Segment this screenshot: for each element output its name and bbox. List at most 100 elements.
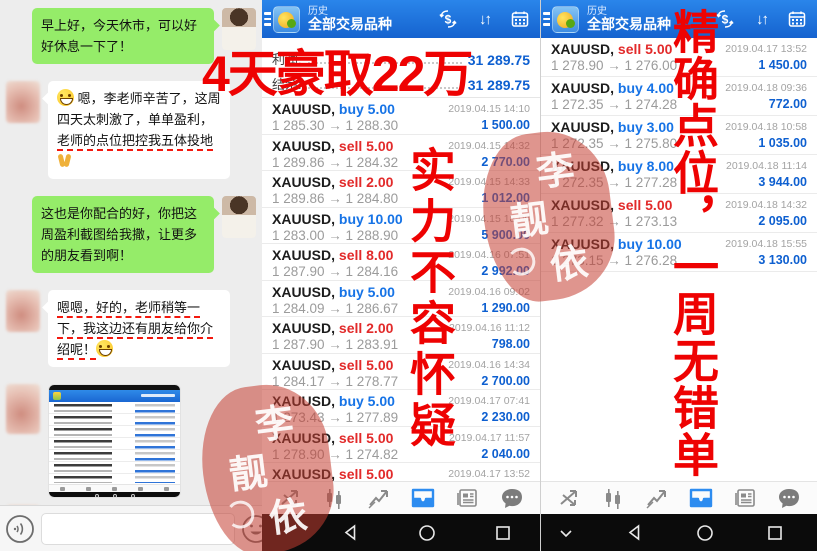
message-text-underlined: 嗯嗯，好的，老师稍等一下，我这边还有朋友给你介绍呢！: [57, 300, 213, 357]
android-hide-nav-chevron-icon[interactable]: [559, 528, 573, 538]
trade-date: 2019.04.17 13:52: [448, 468, 530, 480]
trade-date: 2019.04.18 14:32: [725, 199, 807, 211]
trade-profit: 2 095.00: [725, 214, 807, 228]
message-text-underlined: 老师的点位把控我五体投地: [57, 133, 213, 148]
mini-toolbar: [49, 484, 180, 492]
mini-trade-list: [49, 402, 180, 484]
mini-navbar: [49, 492, 180, 498]
trade-arrows-icon[interactable]: [556, 486, 582, 510]
trade-side: sell 2.00: [339, 320, 394, 336]
stamp-character: 李: [534, 151, 576, 193]
trading-screenshot-thumbnail[interactable]: [48, 384, 181, 498]
screenshot-root: 早上好，今天休市，可以好好休息一下了！ 嗯，李老师辛苦了，这周四天太刺激了，单单…: [0, 0, 817, 551]
trade-prices: 1 283.00 → 1 288.90: [272, 228, 403, 243]
calendar-icon[interactable]: [787, 9, 807, 29]
trade-date: 2019.04.18 15:55: [725, 238, 807, 250]
charts-icon[interactable]: [366, 486, 392, 510]
stamp-character: 靓: [508, 200, 550, 242]
android-recents-icon[interactable]: [495, 525, 511, 541]
mini-header: [49, 390, 180, 402]
trade-prices: 1 284.17 → 1 278.77: [272, 374, 398, 389]
trade-prices: 1 278.90 → 1 276.00: [551, 58, 677, 73]
trade-symbol: XAUUSD,: [551, 41, 614, 57]
news-icon[interactable]: [732, 486, 758, 510]
currency-exchange-icon[interactable]: $: [437, 8, 459, 30]
messages-bubble-icon[interactable]: [776, 486, 802, 510]
avatar[interactable]: [6, 384, 40, 434]
android-recents-icon[interactable]: [767, 525, 783, 541]
trade-side: sell 5.00: [339, 430, 394, 446]
history-tray-icon-active[interactable]: [688, 486, 714, 510]
chat-text-input[interactable]: [41, 513, 235, 545]
avatar[interactable]: [222, 196, 256, 238]
trade-profit: 1 500.00: [448, 118, 530, 132]
trade-side: sell 5.00: [339, 466, 394, 482]
trade-side: sell 8.00: [339, 247, 394, 263]
summary-value: 31 289.75: [468, 52, 530, 68]
trade-prices: 1 287.90 → 1 283.91: [272, 337, 398, 352]
android-back-icon[interactable]: [342, 524, 359, 541]
mt4-app-logo-icon: [273, 6, 300, 33]
avatar[interactable]: [6, 290, 40, 332]
menu-hamburger-icon[interactable]: [543, 12, 550, 26]
promo-vertical-text-mid: 实力不容怀疑: [397, 146, 463, 452]
trade-symbol: XAUUSD,: [272, 174, 335, 190]
trade-symbol: XAUUSD,: [272, 357, 335, 373]
trade-prices: 1 289.86 → 1 284.32: [272, 155, 398, 170]
trade-date: 2019.04.18 09:36: [725, 82, 807, 94]
mt4-bottom-toolbar: [541, 481, 817, 514]
message-text: 这也是你配合的好，你把这周盈利截图给我撒，让更多的朋友看到啊！: [41, 206, 197, 263]
calendar-icon[interactable]: [510, 9, 530, 29]
trade-side: sell 5.00: [339, 138, 394, 154]
trade-prices: 1 272.35 → 1 274.28: [551, 97, 677, 112]
symbol-filter-label: 全部交易品种: [308, 17, 392, 32]
menu-hamburger-icon[interactable]: [264, 12, 271, 26]
stamp-character: 李: [253, 404, 295, 446]
trade-profit: 3 130.00: [725, 253, 807, 267]
sort-icon[interactable]: ↓↑: [756, 11, 767, 28]
sort-icon[interactable]: ↓↑: [479, 11, 490, 28]
chat-message: 这也是你配合的好，你把这周盈利截图给我撒，让更多的朋友看到啊！: [6, 196, 256, 273]
trade-prices: 1 285.30 → 1 288.30: [272, 118, 398, 133]
grin-emoji-icon: [96, 340, 113, 357]
avatar[interactable]: [6, 81, 40, 123]
trade-prices: 1 289.86 → 1 284.80: [272, 191, 398, 206]
news-icon[interactable]: [454, 486, 480, 510]
trade-prices: 1 284.09 → 1 286.67: [272, 301, 398, 316]
svg-text:$: $: [445, 13, 452, 27]
charts-icon[interactable]: [644, 486, 670, 510]
android-home-icon[interactable]: [696, 524, 714, 542]
history-tray-icon-active[interactable]: [410, 486, 436, 510]
chat-bubble: 嗯嗯，好的，老师稍等一下，我这边还有朋友给你介绍呢！: [48, 290, 230, 367]
praise-hands-emoji-icon: [57, 153, 72, 168]
trade-date: 2019.04.18 10:58: [725, 121, 807, 133]
message-text: 早上好，今天休市，可以好好休息一下了！: [41, 18, 197, 54]
trade-side: buy 5.00: [339, 393, 395, 409]
trade-prices: 1 287.90 → 1 284.16: [272, 264, 398, 279]
trade-date: 2019.04.17 13:52: [725, 43, 807, 55]
trade-symbol: XAUUSD,: [272, 211, 335, 227]
promo-vertical-text-right: 精确点位，一周无错单: [660, 8, 726, 478]
trade-date: 2019.04.18 11:14: [726, 160, 807, 172]
grin-emoji-icon: [57, 89, 74, 106]
trade-profit: 1 450.00: [725, 58, 807, 72]
android-back-icon[interactable]: [626, 524, 643, 541]
trade-side: buy 5.00: [339, 284, 395, 300]
voice-message-icon[interactable]: [5, 514, 35, 544]
messages-bubble-icon[interactable]: [499, 486, 525, 510]
chat-bubble: 这也是你配合的好，你把这周盈利截图给我撒，让更多的朋友看到啊！: [32, 196, 214, 273]
trade-symbol: XAUUSD,: [272, 320, 335, 336]
trade-side: sell 2.00: [339, 174, 394, 190]
mt4-header: 历史 全部交易品种 $ ↓↑: [262, 0, 540, 38]
trade-side: buy 10.00: [339, 211, 403, 227]
trade-symbol: XAUUSD,: [272, 247, 335, 263]
quotes-candlestick-icon[interactable]: [600, 486, 626, 510]
trade-symbol: XAUUSD,: [551, 80, 614, 96]
trade-symbol: XAUUSD,: [272, 138, 335, 154]
android-home-icon[interactable]: [418, 524, 436, 542]
trade-profit: 772.00: [725, 97, 807, 111]
chat-message: 嗯嗯，好的，老师稍等一下，我这边还有朋友给你介绍呢！: [6, 290, 256, 367]
mt4-app-logo-icon: [552, 6, 579, 33]
trade-side: sell 5.00: [339, 357, 394, 373]
trade-profit: 3 944.00: [726, 175, 807, 189]
